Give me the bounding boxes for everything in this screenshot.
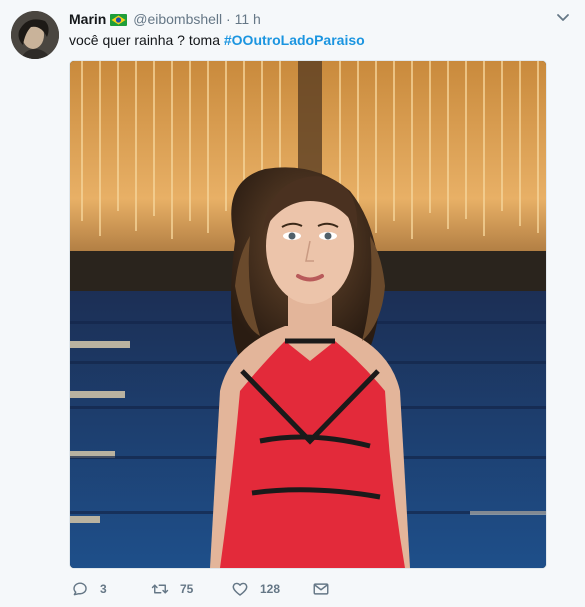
chevron-down-icon[interactable] <box>555 10 571 26</box>
hashtag-link[interactable]: #OOutroLadoParaiso <box>224 32 365 48</box>
author-handle[interactable]: @eibombshell <box>133 11 222 27</box>
header-separator: · <box>226 11 231 27</box>
retweet-button[interactable]: 75 <box>151 578 193 600</box>
tweet[interactable]: Marin @eibombshell · 11 h você quer rain… <box>0 0 585 607</box>
like-count: 128 <box>260 582 281 596</box>
retweet-icon <box>151 584 169 594</box>
author-name[interactable]: Marin <box>69 11 106 27</box>
reply-button[interactable]: 3 <box>71 578 107 600</box>
media-photo <box>70 61 546 568</box>
tweet-media[interactable] <box>69 60 547 569</box>
retweet-count: 75 <box>180 582 194 596</box>
like-button[interactable]: 128 <box>231 578 280 600</box>
brazil-flag-icon <box>110 14 128 26</box>
heart-icon <box>232 582 248 596</box>
reply-count: 3 <box>100 582 107 596</box>
tweet-text: você quer rainha ? toma #OOutroLadoParai… <box>69 31 365 49</box>
avatar[interactable] <box>11 11 59 59</box>
reply-icon <box>73 582 87 596</box>
tweet-body: você quer rainha ? toma <box>69 32 224 48</box>
direct-message-button[interactable] <box>312 578 330 600</box>
tweet-actions: 3 75 128 <box>69 578 489 600</box>
avatar-image <box>11 11 59 59</box>
tweet-header: Marin @eibombshell · 11 h <box>69 10 261 28</box>
envelope-icon <box>313 583 329 595</box>
tweet-timestamp[interactable]: 11 h <box>235 11 261 27</box>
